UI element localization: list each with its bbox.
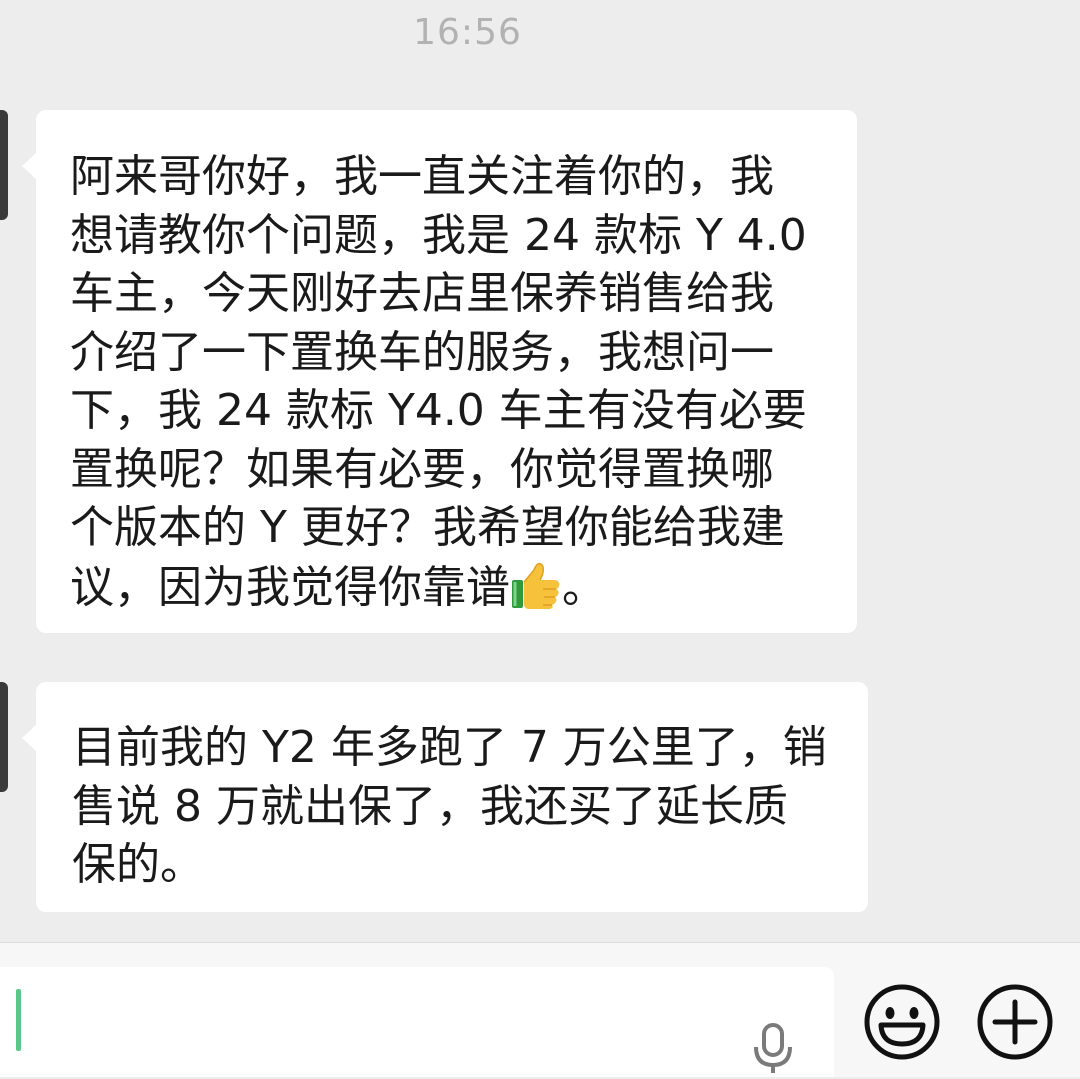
message-line-last: 议，因为我觉得你靠谱 。 [70, 558, 827, 626]
message-line: 想请教你个问题，我是 24 款标 Y 4.0 [70, 209, 807, 261]
microphone-icon[interactable] [752, 1023, 794, 1079]
message-timestamp: 16:56 [413, 12, 522, 53]
message-input[interactable] [0, 967, 834, 1077]
chat-area: 16:56 阿来哥你好，我一直关注着你的，我 想请教你个问题，我是 24 款标 … [0, 0, 1080, 942]
thumbs-up-icon [510, 558, 562, 626]
sender-avatar[interactable] [0, 682, 8, 792]
message-line: 阿来哥你好，我一直关注着你的，我 [70, 151, 774, 202]
message-line: 目前我的 Y2 年多跑了 7 万公里了，销 [72, 722, 827, 773]
message-line: 售说 8 万就出保了，我还买了延长质 [72, 780, 788, 832]
message-line: 下，我 24 款标 Y4.0 车主有没有必要 [70, 385, 807, 436]
message-text: 议，因为我觉得你靠谱 [70, 561, 510, 613]
message-line: 保的。 [72, 839, 204, 890]
message-bubble[interactable]: 目前我的 Y2 年多跑了 7 万公里了，销 售说 8 万就出保了，我还买了延长质… [22, 682, 868, 912]
message-line: 个版本的 Y 更好？我希望你能给我建 [70, 502, 785, 553]
sender-avatar[interactable] [0, 110, 8, 220]
emoji-icon[interactable] [862, 982, 942, 1066]
plus-icon[interactable] [975, 982, 1055, 1066]
message-bubble[interactable]: 阿来哥你好，我一直关注着你的，我 想请教你个问题，我是 24 款标 Y 4.0 … [22, 110, 857, 633]
message-text: 。 [562, 561, 606, 613]
message-line: 车主，今天刚好去店里保养销售给我 [70, 268, 774, 319]
text-caret [16, 989, 21, 1051]
message-line: 置换呢？如果有必要，你觉得置换哪 [70, 443, 774, 495]
message-line: 介绍了一下置换车的服务，我想问一 [70, 326, 774, 378]
